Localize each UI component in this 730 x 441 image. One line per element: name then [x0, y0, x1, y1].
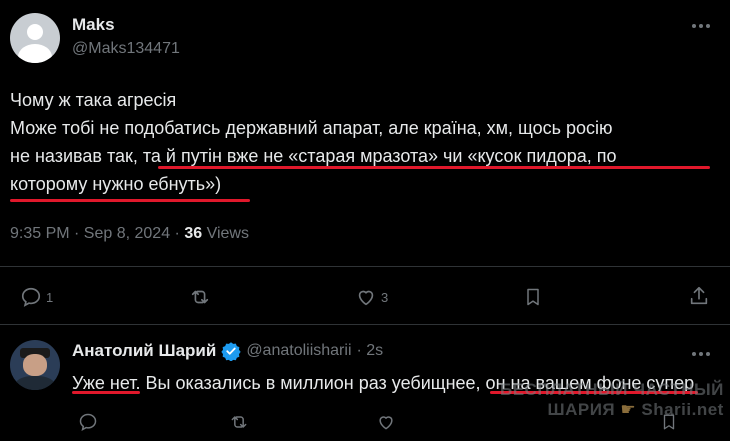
tweet-line: которому нужно ебнуть»)	[10, 174, 222, 194]
tweet-line: Може тобі не подобатись державний апарат…	[10, 118, 613, 138]
highlight-underline	[72, 391, 140, 394]
avatar[interactable]	[10, 13, 60, 63]
like-button[interactable]: 3	[355, 286, 388, 308]
tweet-time[interactable]: 9:35 PM · Sep 8, 2024 ·	[10, 225, 180, 242]
highlight-underline	[10, 199, 250, 202]
bookmark-icon	[527, 288, 539, 306]
repost-icon[interactable]	[228, 412, 250, 432]
repost-button[interactable]	[188, 286, 216, 308]
verified-badge-icon	[221, 342, 241, 361]
divider	[0, 324, 730, 325]
views-count: 36	[184, 225, 203, 242]
reply-author-name[interactable]: Анатолий Шарий	[72, 341, 216, 361]
reply-button[interactable]: 1	[20, 286, 53, 308]
highlight-underline	[158, 166, 710, 169]
divider	[0, 266, 730, 267]
reply-time[interactable]: · 2s	[357, 342, 384, 360]
reply-avatar[interactable]	[10, 340, 60, 390]
views-label: Views	[206, 225, 249, 242]
tweet-meta: 9:35 PM · Sep 8, 2024 · 36 Views	[10, 225, 249, 243]
tweet-line: Чому ж така агресія	[10, 90, 177, 110]
bookmark-icon[interactable]	[660, 412, 678, 432]
heart-icon[interactable]	[376, 412, 396, 432]
share-button[interactable]	[688, 285, 710, 307]
reply-count: 1	[46, 289, 54, 305]
like-count: 3	[381, 289, 389, 305]
reply-actions-row	[0, 410, 730, 441]
watermark-line: БЕСПЛАТНЫЙ ЧАСТНЫЙ	[500, 380, 724, 399]
more-options-icon[interactable]	[692, 24, 710, 28]
bookmark-button[interactable]	[523, 286, 543, 308]
heart-icon	[358, 290, 374, 306]
reply-header: Анатолий Шарий @anatoliisharii · 2s	[72, 341, 383, 361]
reply-icon[interactable]	[78, 412, 98, 432]
reply-author-handle[interactable]: @anatoliisharii	[246, 342, 351, 360]
repost-icon	[191, 290, 209, 304]
author-name[interactable]: Maks	[72, 15, 115, 35]
reply-more-options-icon[interactable]	[692, 352, 710, 356]
author-handle[interactable]: @Maks134471	[72, 40, 180, 58]
reply-icon	[21, 287, 41, 307]
share-icon	[690, 286, 708, 305]
tweet-text: Чому ж така агресія Може тобі не подобат…	[10, 86, 725, 198]
